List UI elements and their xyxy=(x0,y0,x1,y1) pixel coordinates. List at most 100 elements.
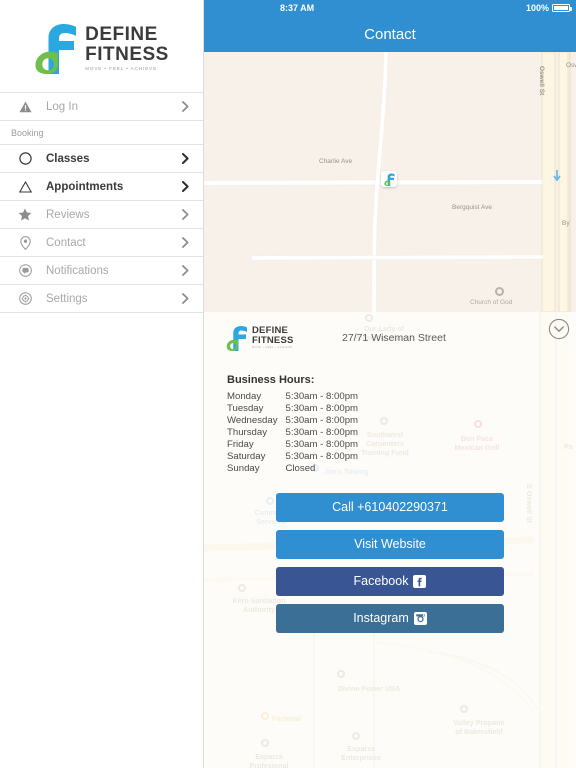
hours-day: Tuesday xyxy=(227,402,264,414)
page-title: Contact xyxy=(364,25,416,43)
hours-row: Tuesday 5:30am - 8:00pm xyxy=(227,402,358,414)
map-poi-label: By xyxy=(562,220,570,227)
hours-time: 5:30am - 8:00pm xyxy=(285,450,359,462)
map-street-label: Charlie Ave xyxy=(319,158,353,165)
hours-row: Monday 5:30am - 8:00pm xyxy=(227,390,358,402)
star-icon xyxy=(11,208,39,221)
sidebar-menu: Log In Booking Classes Appointments Revi… xyxy=(0,92,203,313)
sidebar-item-label: Reviews xyxy=(46,208,90,221)
hours-day: Monday xyxy=(227,390,262,402)
business-info-card: Our Lady of Perpetual Church Southwest Car… xyxy=(204,312,576,768)
hours-row: Wednesday 5:30am - 8:00pm xyxy=(227,414,358,426)
chevron-right-icon xyxy=(178,101,192,112)
map-poi-dot-icon xyxy=(495,287,504,296)
business-hours-table: Monday 5:30am - 8:00pm Tuesday 5:30am - … xyxy=(227,390,358,475)
app-root: DEFINE FITNESS MOVE • FEEL • ACHIEVE Log… xyxy=(0,0,576,768)
sidebar-item-label: Settings xyxy=(46,292,88,305)
circle-icon xyxy=(11,152,39,165)
business-hours-title: Business Hours: xyxy=(227,374,315,386)
define-fitness-map-pin[interactable] xyxy=(381,171,397,187)
map-view[interactable]: Charlie Ave Bergquist Ave Oswell St Osw … xyxy=(204,52,576,312)
brand-name-line1: DEFINE xyxy=(85,23,158,45)
chevron-right-icon xyxy=(178,153,192,164)
map-street-label: Bergquist Ave xyxy=(452,204,492,211)
hours-day: Friday xyxy=(227,438,254,450)
background-poi-dot-icon xyxy=(261,739,269,747)
sidebar-item-label: Contact xyxy=(46,236,86,249)
hours-time: 5:30am - 8:00pm xyxy=(285,438,359,450)
chevron-right-icon xyxy=(178,265,192,276)
hours-day: Wednesday xyxy=(227,414,278,426)
chevron-right-icon xyxy=(178,293,192,304)
sidebar-item-appointments[interactable]: Appointments xyxy=(0,173,203,201)
hours-time: 5:30am - 8:00pm xyxy=(285,426,359,438)
hours-row: Saturday 5:30am - 8:00pm xyxy=(227,450,358,462)
status-bar: 8:37 AM 100% xyxy=(204,0,576,16)
background-poi-dot-icon xyxy=(460,705,468,713)
background-poi-label: EsparzaProfesionalDriving School xyxy=(249,752,289,768)
business-address: 27/71 Wiseman Street xyxy=(342,332,446,344)
collapse-card-button[interactable] xyxy=(548,318,570,340)
status-bar-time: 8:37 AM xyxy=(280,3,315,13)
define-fitness-logo-icon xyxy=(35,24,77,74)
sidebar-item-reviews[interactable]: Reviews xyxy=(0,201,203,229)
action-buttons: Call +610402290371 Visit Website Faceboo… xyxy=(204,475,576,633)
business-logo: DEFINE FITNESS MOVE • FEEL • ACHIEVE xyxy=(226,325,322,351)
status-bar-battery: 100% xyxy=(525,3,572,13)
sidebar-item-label: Log In xyxy=(46,100,78,113)
business-hours-section: Business Hours: Monday 5:30am - 8:00pm T… xyxy=(204,351,576,475)
battery-icon xyxy=(552,4,572,12)
call-button[interactable]: Call +610402290371 xyxy=(276,492,504,522)
business-header: DEFINE FITNESS MOVE • FEEL • ACHIEVE 27/… xyxy=(204,312,576,351)
background-poi-label: Valley Propane of Bakersfield xyxy=(453,718,505,736)
business-tagline: MOVE • FEEL • ACHIEVE xyxy=(252,346,293,350)
sidebar-item-label: Notifications xyxy=(46,264,109,277)
define-fitness-logo-icon xyxy=(383,173,394,186)
sidebar-item-settings[interactable]: Settings xyxy=(0,285,203,313)
sidebar-item-log-in[interactable]: Log In xyxy=(0,93,203,121)
gear-icon xyxy=(11,292,39,305)
hours-time: 5:30am - 8:00pm xyxy=(285,414,359,426)
sidebar-item-contact[interactable]: Contact xyxy=(0,229,203,257)
hours-time: 5:30am - 8:00pm xyxy=(285,402,359,414)
chevron-right-icon xyxy=(178,181,192,192)
sidebar-item-notifications[interactable]: Notifications xyxy=(0,257,203,285)
instagram-button-label: Instagram xyxy=(353,611,409,626)
facebook-icon xyxy=(413,574,427,588)
hours-time: 5:30am - 8:00pm xyxy=(285,390,359,402)
facebook-button-label: Facebook xyxy=(353,574,409,589)
sidebar-section-label: Booking xyxy=(11,127,44,138)
sidebar-item-classes[interactable]: Classes xyxy=(0,145,203,173)
triangle-icon xyxy=(11,180,39,193)
sidebar-section-booking: Booking xyxy=(0,121,203,145)
define-fitness-logo-icon xyxy=(226,326,247,351)
hours-row: Thursday 5:30am - 8:00pm xyxy=(227,426,358,438)
nav-bar: Contact xyxy=(204,16,576,52)
map-street-label: Osw xyxy=(566,62,576,69)
instagram-icon xyxy=(413,611,427,625)
chevron-down-icon xyxy=(548,318,570,340)
call-button-label: Call +610402290371 xyxy=(332,500,448,515)
background-poi-label: Factenal xyxy=(272,714,302,723)
facebook-button[interactable]: Facebook xyxy=(276,566,504,596)
background-poi-label: Esparza Enterprises xyxy=(341,744,381,762)
background-poi-dot-icon xyxy=(261,712,269,720)
sidebar: DEFINE FITNESS MOVE • FEEL • ACHIEVE Log… xyxy=(0,0,204,768)
bell-icon xyxy=(11,264,39,277)
background-poi-label: Divine Power USA xyxy=(337,684,401,693)
chevron-right-icon xyxy=(178,209,192,220)
hours-time: Closed xyxy=(285,463,316,475)
battery-percent-label: 100% xyxy=(525,3,549,13)
business-name-line2: FITNESS xyxy=(252,335,294,347)
location-pin-icon xyxy=(11,235,39,250)
visit-website-button[interactable]: Visit Website xyxy=(276,529,504,559)
brand-name-line2: FITNESS xyxy=(85,43,169,65)
warning-triangle-icon xyxy=(11,101,39,113)
sidebar-item-label: Classes xyxy=(46,152,90,165)
map-poi-label: Church of God xyxy=(470,299,513,306)
content-pane: 8:37 AM 100% Contact Charlie Ave Bergqui… xyxy=(204,0,576,768)
instagram-button[interactable]: Instagram xyxy=(276,603,504,633)
background-poi-dot-icon xyxy=(352,732,360,740)
brand-tagline: MOVE • FEEL • ACHIEVE xyxy=(85,65,158,71)
hours-row: Friday 5:30am - 8:00pm xyxy=(227,438,358,450)
